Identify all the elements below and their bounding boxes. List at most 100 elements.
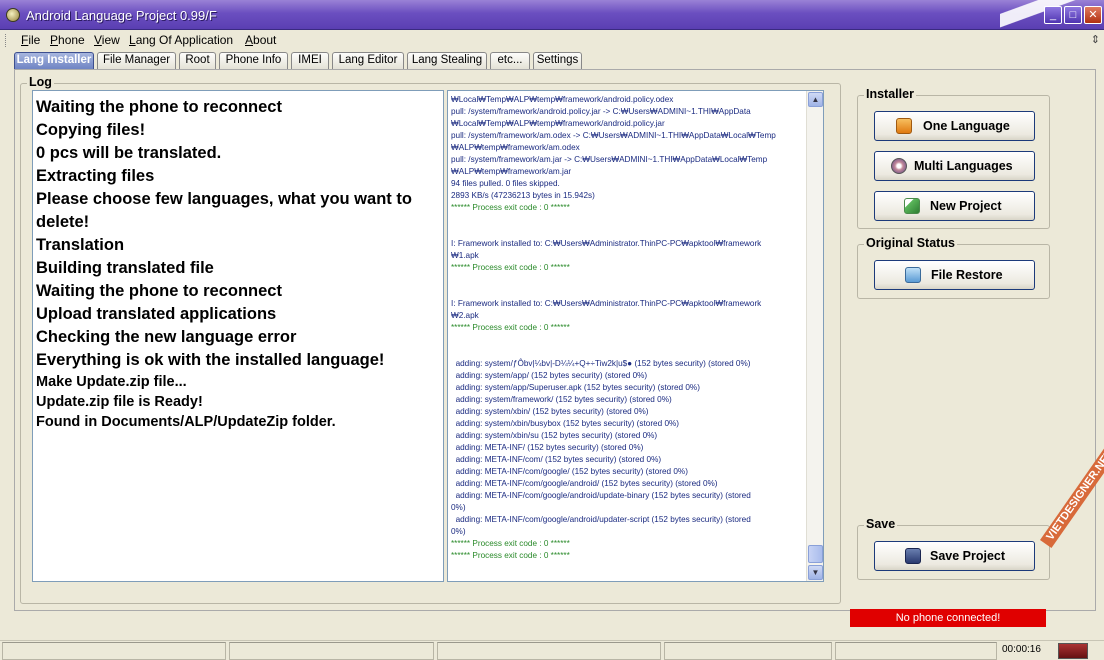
- raw-log-line: ₩ALP₩temp₩framework/am.odex: [451, 143, 580, 152]
- raw-log-line: ₩Local₩Temp₩ALP₩temp₩framework/android.p…: [451, 119, 665, 128]
- raw-log-line: pull: /system/framework/am.odex -> C:₩Us…: [451, 131, 776, 140]
- log-line: Update.zip file is Ready!: [36, 394, 203, 410]
- raw-log-line: ****** Process exit code : 0 ******: [451, 539, 570, 548]
- log-line: Building translated file: [36, 259, 214, 277]
- log-line: Extracting files: [36, 167, 155, 185]
- log-group-title: Log: [27, 75, 54, 89]
- raw-log-line: adding: system/xbin/ (152 bytes security…: [451, 407, 649, 416]
- status-cell: [664, 642, 832, 660]
- raw-log-line: 0%): [451, 503, 466, 512]
- one-language-label: One Language: [923, 119, 1010, 133]
- log-line: 0 pcs will be translated.: [36, 144, 222, 162]
- multi-languages-icon: [891, 158, 907, 174]
- tab-lang-stealing[interactable]: Lang Stealing: [407, 52, 487, 69]
- log-line: Everything is ok with the installed lang…: [36, 351, 385, 369]
- menu-view[interactable]: View: [94, 33, 120, 47]
- scroll-thumb[interactable]: [808, 545, 823, 563]
- raw-log-line: [451, 286, 806, 298]
- raw-log-line: ₩Local₩Temp₩ALP₩temp₩framework/android.p…: [451, 95, 674, 104]
- raw-log-line: ₩2.apk: [451, 311, 479, 320]
- raw-log-line: ₩ALP₩temp₩framework/am.jar: [451, 167, 572, 176]
- raw-log-line: [451, 214, 806, 226]
- tab-root[interactable]: Root: [179, 52, 216, 69]
- scroll-up-icon[interactable]: ▲: [808, 92, 823, 107]
- raw-log-line: adding: system/framework/ (152 bytes sec…: [451, 395, 672, 404]
- multi-languages-button[interactable]: Multi Languages: [874, 151, 1035, 181]
- tab-file-manager[interactable]: File Manager: [97, 52, 176, 69]
- battery-icon: [1058, 643, 1088, 659]
- new-project-button[interactable]: New Project: [874, 191, 1035, 221]
- save-group-title: Save: [864, 517, 898, 531]
- tab-etc[interactable]: etc...: [490, 52, 530, 69]
- raw-log-line: [451, 226, 806, 238]
- raw-log-line: adding: META-INF/com/ (152 bytes securit…: [451, 455, 662, 464]
- status-cell: [2, 642, 226, 660]
- file-restore-label: File Restore: [931, 268, 1003, 282]
- raw-log-line: adding: META-INF/com/google/android/ (15…: [451, 479, 718, 488]
- phone-status-indicator: No phone connected!: [850, 609, 1046, 627]
- title-bar: Android Language Project 0.99/F _ □ ✕: [0, 0, 1104, 30]
- status-cell: [437, 642, 661, 660]
- raw-log-line: ₩1.apk: [451, 251, 479, 260]
- menu-about[interactable]: About: [245, 33, 276, 47]
- raw-log-line: adding: system/xbin/busybox (152 bytes s…: [451, 419, 679, 428]
- raw-log-line: 0%): [451, 527, 466, 536]
- raw-log-line: adding: system/app/ (152 bytes security)…: [451, 371, 648, 380]
- log-line: Make Update.zip file...: [36, 374, 187, 390]
- menu-file[interactable]: File: [21, 33, 40, 47]
- status-cell: [229, 642, 434, 660]
- menu-phone[interactable]: Phone: [50, 33, 85, 47]
- raw-log-line: adding: META-INF/com/google/android/upda…: [451, 515, 751, 524]
- pin-icon[interactable]: ⇕: [1091, 33, 1100, 46]
- raw-log-line: I: Framework installed to: C:₩Users₩Admi…: [451, 299, 762, 308]
- log-summary: Waiting the phone to reconnect Copying f…: [32, 90, 444, 582]
- tab-lang-installer[interactable]: Lang Installer: [14, 52, 94, 69]
- tab-lang-editor[interactable]: Lang Editor: [332, 52, 404, 69]
- maximize-button[interactable]: □: [1064, 6, 1082, 24]
- menu-lang-of-application[interactable]: Lang Of Application: [129, 33, 233, 47]
- raw-log-line: [451, 274, 806, 286]
- close-button[interactable]: ✕: [1084, 6, 1102, 24]
- one-language-icon: [896, 118, 912, 134]
- file-restore-button[interactable]: File Restore: [874, 260, 1035, 290]
- raw-log-line: adding: system/app/Superuser.apk (152 by…: [451, 383, 700, 392]
- log-line: Waiting the phone to reconnect: [36, 282, 282, 300]
- tab-imei[interactable]: IMEI: [291, 52, 329, 69]
- raw-log-line: adding: META-INF/com/google/android/upda…: [451, 491, 751, 500]
- raw-log-line: adding: META-INF/com/google/ (152 bytes …: [451, 467, 688, 476]
- raw-log-line: 2893 KB/s (47236213 bytes in 15.942s): [451, 191, 595, 200]
- raw-log-line: ****** Process exit code : 0 ******: [451, 203, 570, 212]
- status-clock: 00:00:16: [1002, 644, 1041, 655]
- menu-grip: [5, 34, 8, 47]
- minimize-button[interactable]: _: [1044, 6, 1062, 24]
- raw-log-line: ****** Process exit code : 0 ******: [451, 263, 570, 272]
- raw-log-line: pull: /system/framework/am.jar -> C:₩Use…: [451, 155, 768, 164]
- new-project-icon: [904, 198, 920, 214]
- raw-log-scrollbar[interactable]: ▲ ▼: [806, 91, 823, 581]
- app-icon: [6, 8, 20, 22]
- log-line: Translation: [36, 236, 125, 254]
- log-line: Checking the new language error: [36, 328, 297, 346]
- scroll-down-icon[interactable]: ▼: [808, 565, 823, 580]
- raw-log-line: [451, 334, 806, 346]
- log-line: Found in Documents/ALP/UpdateZip folder.: [36, 414, 336, 430]
- save-project-label: Save Project: [930, 549, 1006, 563]
- file-restore-icon: [905, 267, 921, 283]
- raw-log[interactable]: ₩Local₩Temp₩ALP₩temp₩framework/android.p…: [447, 90, 824, 582]
- log-line: Upload translated applications: [36, 305, 277, 323]
- raw-log-line: adding: system/ƒÔbv|¼bv|-D¼¼+Q+÷Tiw2k|u$…: [451, 359, 751, 368]
- log-line: Waiting the phone to reconnect: [36, 98, 282, 116]
- raw-log-line: pull: /system/framework/android.policy.j…: [451, 107, 751, 116]
- tab-settings[interactable]: Settings: [533, 52, 582, 69]
- save-project-button[interactable]: Save Project: [874, 541, 1035, 571]
- log-line: Please choose few languages, what you wa…: [36, 190, 412, 231]
- one-language-button[interactable]: One Language: [874, 111, 1035, 141]
- new-project-label: New Project: [930, 199, 1002, 213]
- status-bar: 00:00:16: [0, 640, 1104, 660]
- raw-log-line: ****** Process exit code : 0 ******: [451, 551, 570, 560]
- tab-phone-info[interactable]: Phone Info: [219, 52, 288, 69]
- raw-log-line: adding: system/xbin/su (152 bytes securi…: [451, 431, 658, 440]
- window-title: Android Language Project 0.99/F: [26, 8, 217, 23]
- status-cell: [835, 642, 997, 660]
- raw-log-line: 94 files pulled. 0 files skipped.: [451, 179, 560, 188]
